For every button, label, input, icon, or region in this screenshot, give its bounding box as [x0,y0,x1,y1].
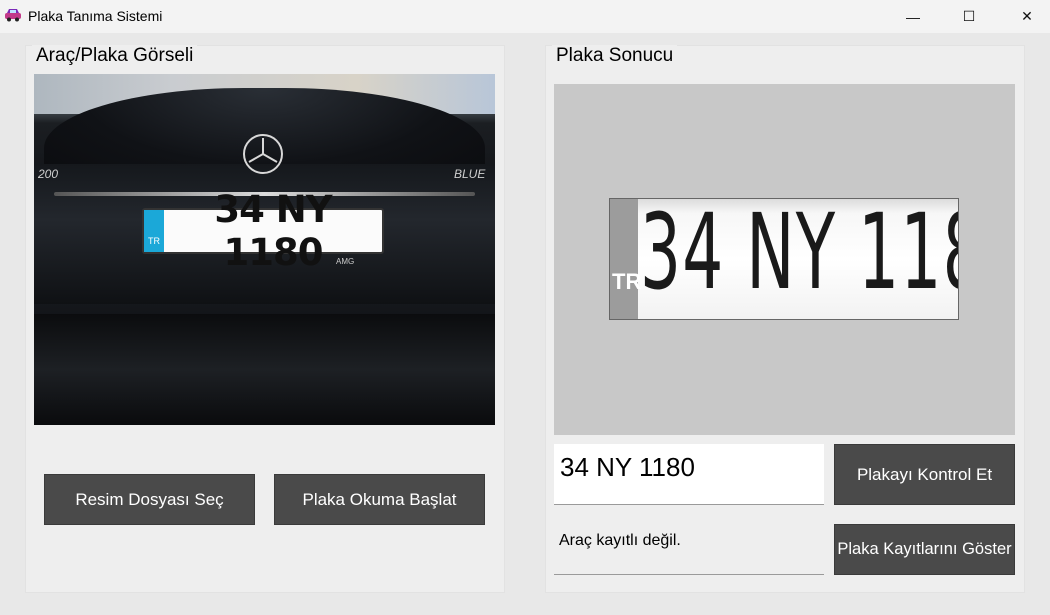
car-license-plate: TR 34 NY 1180 [142,188,384,274]
car-model-badge: 200 [38,167,59,181]
cropped-plate-number: 34 NY 1180 [640,198,958,313]
plate-text-output[interactable]: 34 NY 1180 [554,444,824,505]
maximize-button[interactable]: ☐ [946,0,992,33]
maximize-icon: ☐ [962,8,976,24]
minimize-button[interactable]: — [890,0,936,33]
check-plate-button[interactable]: Plakayı Kontrol Et [834,444,1015,505]
close-icon: ✕ [1021,8,1033,24]
start-reading-button[interactable]: Plaka Okuma Başlat [274,474,485,525]
cropped-plate-country-strip: TR [610,199,642,319]
close-button[interactable]: ✕ [1004,0,1050,33]
car-bumper [34,314,495,425]
vehicle-image: 200 BLUE TR 34 NY 1180 AMG [34,74,495,425]
select-image-button[interactable]: Resim Dosyası Seç [44,474,255,525]
registration-status-label: Araç kayıtlı değil. [554,524,824,575]
cropped-plate-image: TR 34 NY 1180 [609,198,959,320]
car-bluetec-badge: BLUE [454,167,486,181]
vehicle-image-group-title: Araç/Plaka Görseli [32,45,198,67]
car-amg-badge: AMG [336,257,355,266]
plate-country-code: TR [144,210,164,252]
plate-result-group-title: Plaka Sonucu [552,45,678,67]
window-title: Plaka Tanıma Sistemi [28,8,163,24]
minimize-icon: — [906,8,920,25]
show-records-button[interactable]: Plaka Kayıtlarını Göster [834,524,1015,575]
plate-preview: TR 34 NY 1180 [554,84,1015,435]
car-emblem [243,134,283,174]
car-icon [5,9,21,22]
cropped-plate-country: TR [612,269,642,294]
title-bar: Plaka Tanıma Sistemi — ☐ ✕ [0,0,1050,33]
